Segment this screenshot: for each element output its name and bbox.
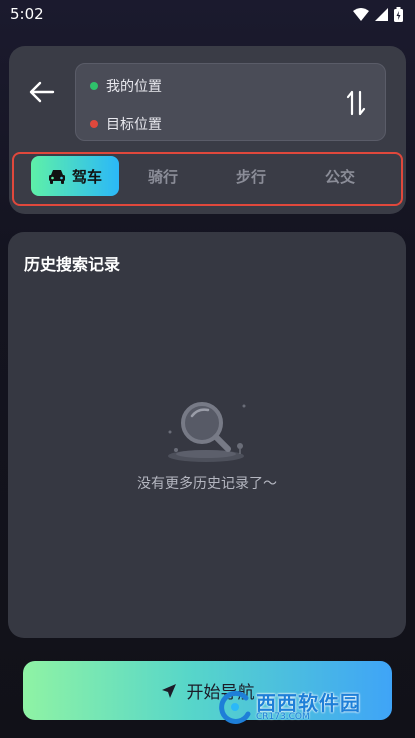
destination-placeholder: 目标位置 bbox=[106, 117, 162, 133]
origin-dot-icon bbox=[90, 82, 98, 90]
history-title: 历史搜索记录 bbox=[24, 255, 121, 274]
tab-transit[interactable]: 公交 bbox=[304, 156, 376, 196]
back-arrow-icon bbox=[29, 81, 55, 103]
back-button[interactable] bbox=[27, 78, 57, 106]
history-card: 历史搜索记录 没有更多历史记录了～ bbox=[8, 232, 406, 638]
tab-walking-label: 步行 bbox=[235, 167, 266, 186]
origin-label: 我的位置 bbox=[106, 79, 162, 95]
watermark-logo: 西西软件园 CR173.COM bbox=[218, 684, 398, 730]
tab-driving[interactable]: 驾车 bbox=[31, 156, 119, 196]
watermark-swirl-icon bbox=[219, 690, 251, 724]
tab-cycling[interactable]: 骑行 bbox=[127, 156, 199, 196]
signal-icon bbox=[375, 7, 388, 21]
empty-search-magnifier-icon bbox=[168, 402, 246, 462]
tab-cycling-label: 骑行 bbox=[147, 167, 178, 186]
watermark-text: 西西软件园 bbox=[256, 690, 361, 715]
battery-icon bbox=[394, 6, 403, 22]
destination-row[interactable]: 目标位置 bbox=[90, 114, 162, 134]
navigation-arrow-icon bbox=[161, 683, 176, 698]
tab-driving-label: 驾车 bbox=[71, 167, 102, 186]
status-icons bbox=[353, 6, 403, 22]
swap-button[interactable] bbox=[343, 88, 369, 118]
wifi-icon bbox=[353, 7, 369, 21]
tab-transit-label: 公交 bbox=[324, 167, 355, 186]
status-bar: 5:02 bbox=[0, 0, 415, 28]
empty-history-message: 没有更多历史记录了～ bbox=[137, 476, 277, 492]
watermark-subtext: CR173.COM bbox=[256, 711, 310, 722]
car-icon bbox=[48, 170, 65, 184]
destination-dot-icon bbox=[90, 120, 98, 128]
swap-arrows-icon bbox=[346, 90, 366, 116]
tab-walking[interactable]: 步行 bbox=[215, 156, 287, 196]
location-box: 我的位置 目标位置 bbox=[75, 63, 386, 141]
status-time: 5:02 bbox=[10, 5, 44, 23]
origin-row[interactable]: 我的位置 bbox=[90, 76, 162, 96]
route-card: 我的位置 目标位置 驾车 骑行 步行 公交 bbox=[9, 46, 406, 214]
